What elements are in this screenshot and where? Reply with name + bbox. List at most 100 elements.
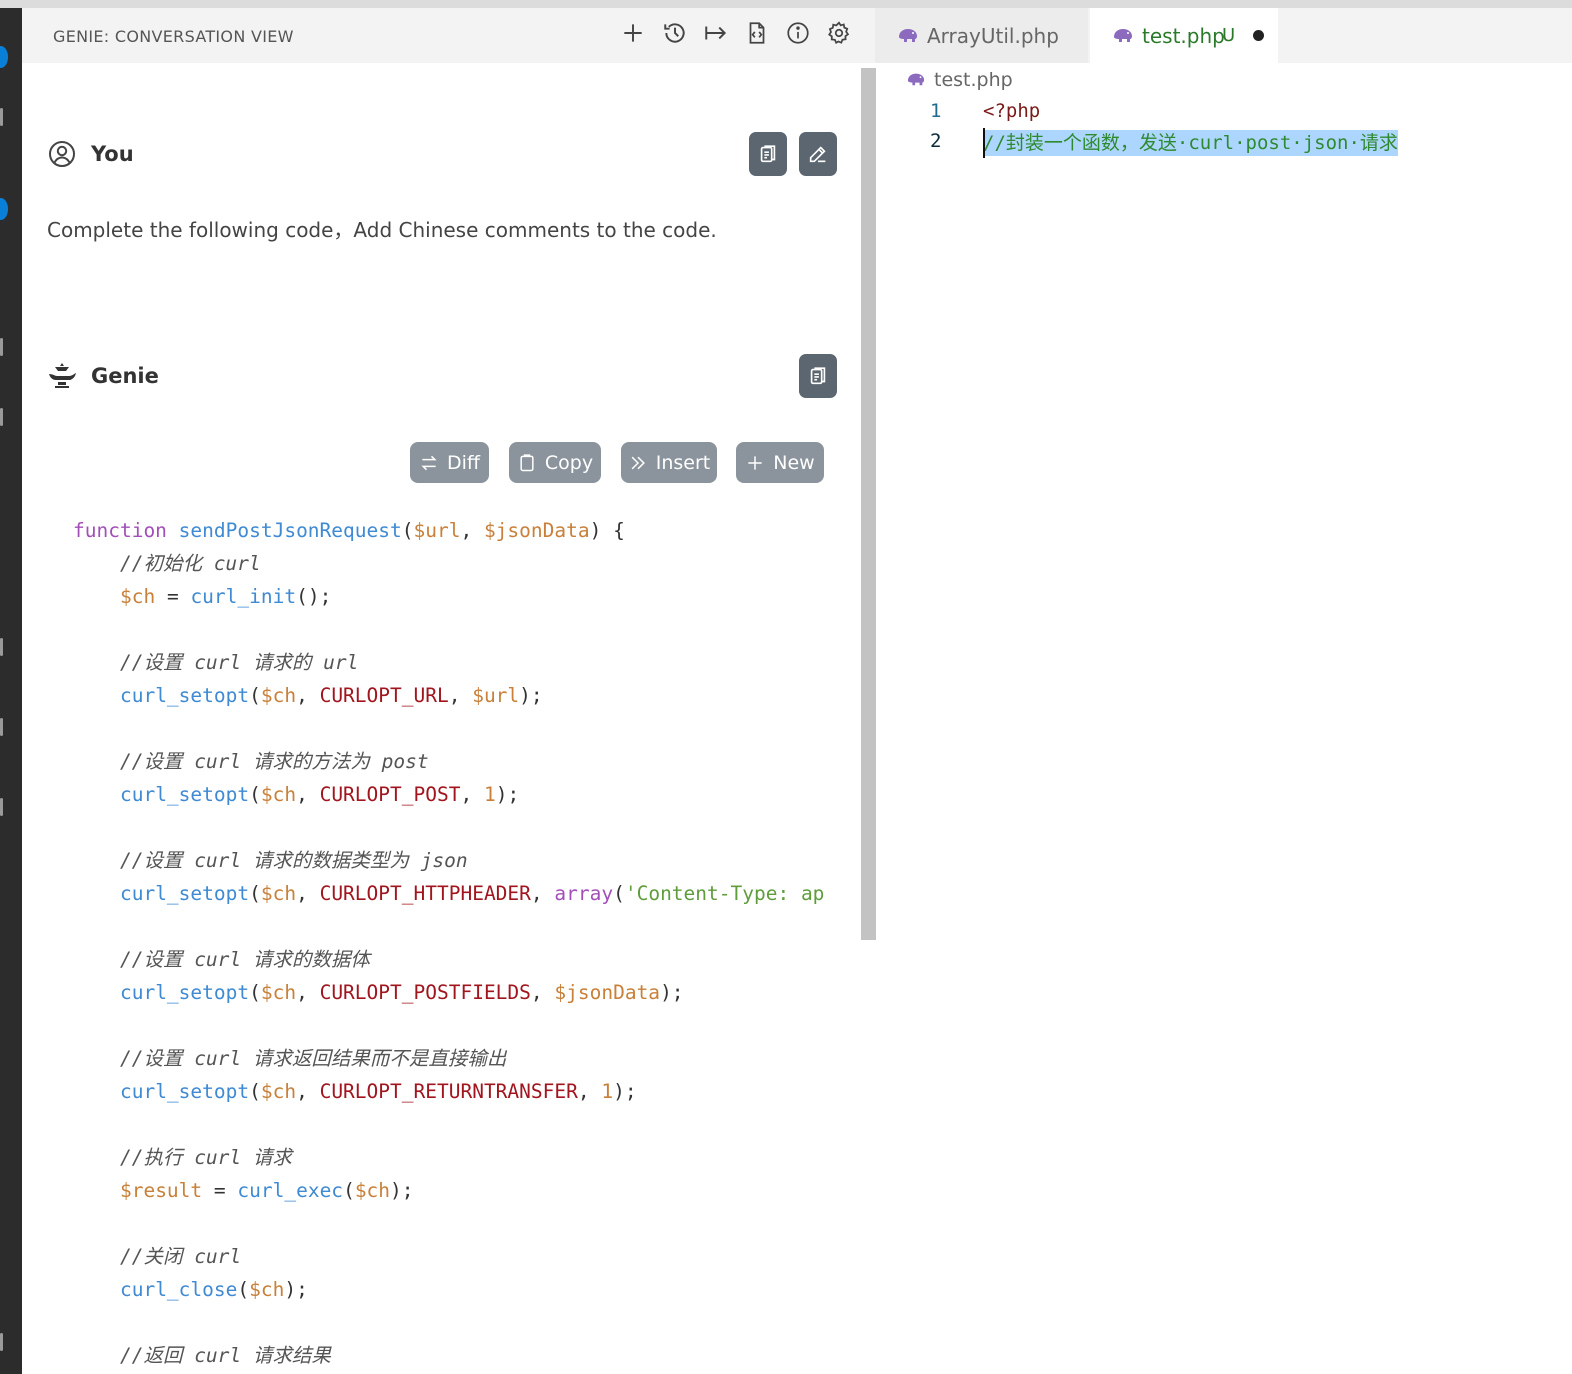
code-token: $url	[472, 684, 520, 707]
code-token: curl_setopt	[119, 882, 250, 905]
code-token: //设置 curl 请求的数据类型为 json	[119, 849, 468, 872]
panel-scrollbar[interactable]	[861, 68, 876, 940]
history-icon[interactable]	[662, 20, 692, 50]
code-token: $ch	[260, 882, 297, 905]
code-line: //设置 curl 请求的 url	[73, 646, 837, 679]
code-token: //设置 curl 请求的 url	[119, 651, 359, 674]
editor-line[interactable]: //封装一个函数，发送·curl·post·json·请求	[983, 128, 1398, 156]
code-line: $result = curl_exec($ch);	[73, 1174, 837, 1207]
code-token: curl_setopt	[119, 783, 250, 806]
arrow-right-to-bar-icon[interactable]	[703, 20, 733, 50]
code-token: //设置 curl 请求的方法为 post	[119, 750, 429, 773]
activity-item-icon[interactable]	[0, 718, 3, 736]
code-line: //设置 curl 请求的方法为 post	[73, 745, 837, 778]
php-elephant-icon	[899, 29, 917, 42]
file-code-icon[interactable]	[744, 20, 774, 50]
code-token: ,	[530, 981, 555, 1004]
code-token: 'Content-Type: ap	[624, 882, 825, 905]
code-token: (	[237, 1278, 250, 1301]
user-avatar-icon	[49, 141, 75, 167]
code-line: //设置 curl 请求的数据类型为 json	[73, 844, 837, 877]
activity-item-icon[interactable]	[0, 1333, 3, 1351]
insert-button[interactable]: Insert	[621, 442, 717, 483]
text-cursor	[983, 128, 985, 158]
editor-tab-bar: ArrayUtil.php test.php U	[875, 8, 1572, 63]
activity-item-icon[interactable]	[0, 338, 3, 356]
copy-message-button[interactable]	[749, 132, 787, 176]
new-button[interactable]: New	[736, 442, 824, 483]
info-icon[interactable]	[785, 20, 815, 50]
php-elephant-icon	[1114, 29, 1132, 42]
user-message: Complete the following code，Add Chinese …	[47, 218, 717, 242]
selected-comment: //封装一个函数，发送·curl·post·json·请求	[983, 130, 1398, 156]
code-token: $ch	[260, 684, 297, 707]
editor-line[interactable]: <?php	[983, 100, 1040, 122]
activity-item-icon[interactable]	[0, 798, 3, 816]
code-token: ) {	[589, 519, 625, 542]
edit-message-button[interactable]	[799, 132, 837, 176]
code-token: (	[249, 684, 261, 707]
code-token: CURLOPT_URL	[319, 684, 449, 707]
activity-item-icon[interactable]	[0, 408, 3, 426]
activity-bar	[0, 8, 22, 1374]
code-token: //设置 curl 请求的数据体	[119, 948, 370, 971]
code-token: );	[284, 1278, 308, 1301]
code-line: //返回 curl 请求结果	[73, 1339, 837, 1372]
code-line: curl_setopt($ch, CURLOPT_URL, $url);	[73, 679, 837, 712]
code-block[interactable]: function sendPostJsonRequest($url, $json…	[73, 514, 837, 1372]
code-token: (	[249, 1080, 261, 1103]
unsaved-dot-icon[interactable]	[1253, 30, 1264, 41]
tab-arrayutil-php[interactable]: ArrayUtil.php	[875, 8, 1088, 63]
panel-header: GENIE: CONVERSATION VIEW	[22, 8, 875, 63]
code-token: (	[249, 882, 261, 905]
breadcrumb[interactable]: test.php	[906, 69, 1013, 91]
code-token: ,	[296, 684, 320, 707]
code-line: curl_close($ch);	[73, 1273, 837, 1306]
code-token: ,	[460, 519, 484, 542]
diff-button[interactable]: Diff	[410, 442, 489, 483]
code-token: $ch	[260, 1080, 297, 1103]
activity-item-icon[interactable]	[0, 108, 3, 126]
code-line: curl_setopt($ch, CURLOPT_RETURNTRANSFER,…	[73, 1075, 837, 1108]
code-token: array	[554, 882, 614, 905]
code-line: curl_setopt($ch, CURLOPT_POST, 1);	[73, 778, 837, 811]
code-token: (	[613, 882, 625, 905]
copy-button[interactable]: Copy	[509, 442, 601, 483]
copy-response-button[interactable]	[799, 354, 837, 398]
gear-icon[interactable]	[826, 20, 856, 50]
code-token: //设置 curl 请求返回结果而不是直接输出	[119, 1047, 507, 1070]
plus-icon[interactable]	[620, 20, 650, 50]
code-token: ,	[577, 1080, 602, 1103]
php-elephant-icon	[907, 73, 925, 86]
code-token: //初始化 curl	[119, 552, 261, 575]
genie-lamp-icon	[49, 363, 76, 388]
php-open-tag: <?php	[983, 100, 1041, 122]
code-token: //返回 curl 请求结果	[119, 1344, 331, 1367]
code-token: $result	[119, 1179, 203, 1202]
tab-test-php[interactable]: test.php U	[1090, 8, 1278, 63]
code-token: =	[155, 585, 191, 608]
code-line: function sendPostJsonRequest($url, $json…	[73, 514, 837, 547]
copy-button-label: Copy	[544, 451, 594, 474]
code-token: $ch	[119, 585, 156, 608]
activity-badge-icon[interactable]	[0, 198, 8, 220]
code-token: CURLOPT_POST	[319, 783, 461, 806]
activity-badge-icon[interactable]	[0, 46, 8, 68]
code-token: ,	[448, 684, 473, 707]
code-token: $ch	[260, 981, 297, 1004]
activity-item-icon[interactable]	[0, 638, 3, 656]
clipboard-copy-icon	[810, 367, 826, 385]
code-token: $jsonData	[483, 519, 590, 542]
code-token: ,	[296, 882, 320, 905]
